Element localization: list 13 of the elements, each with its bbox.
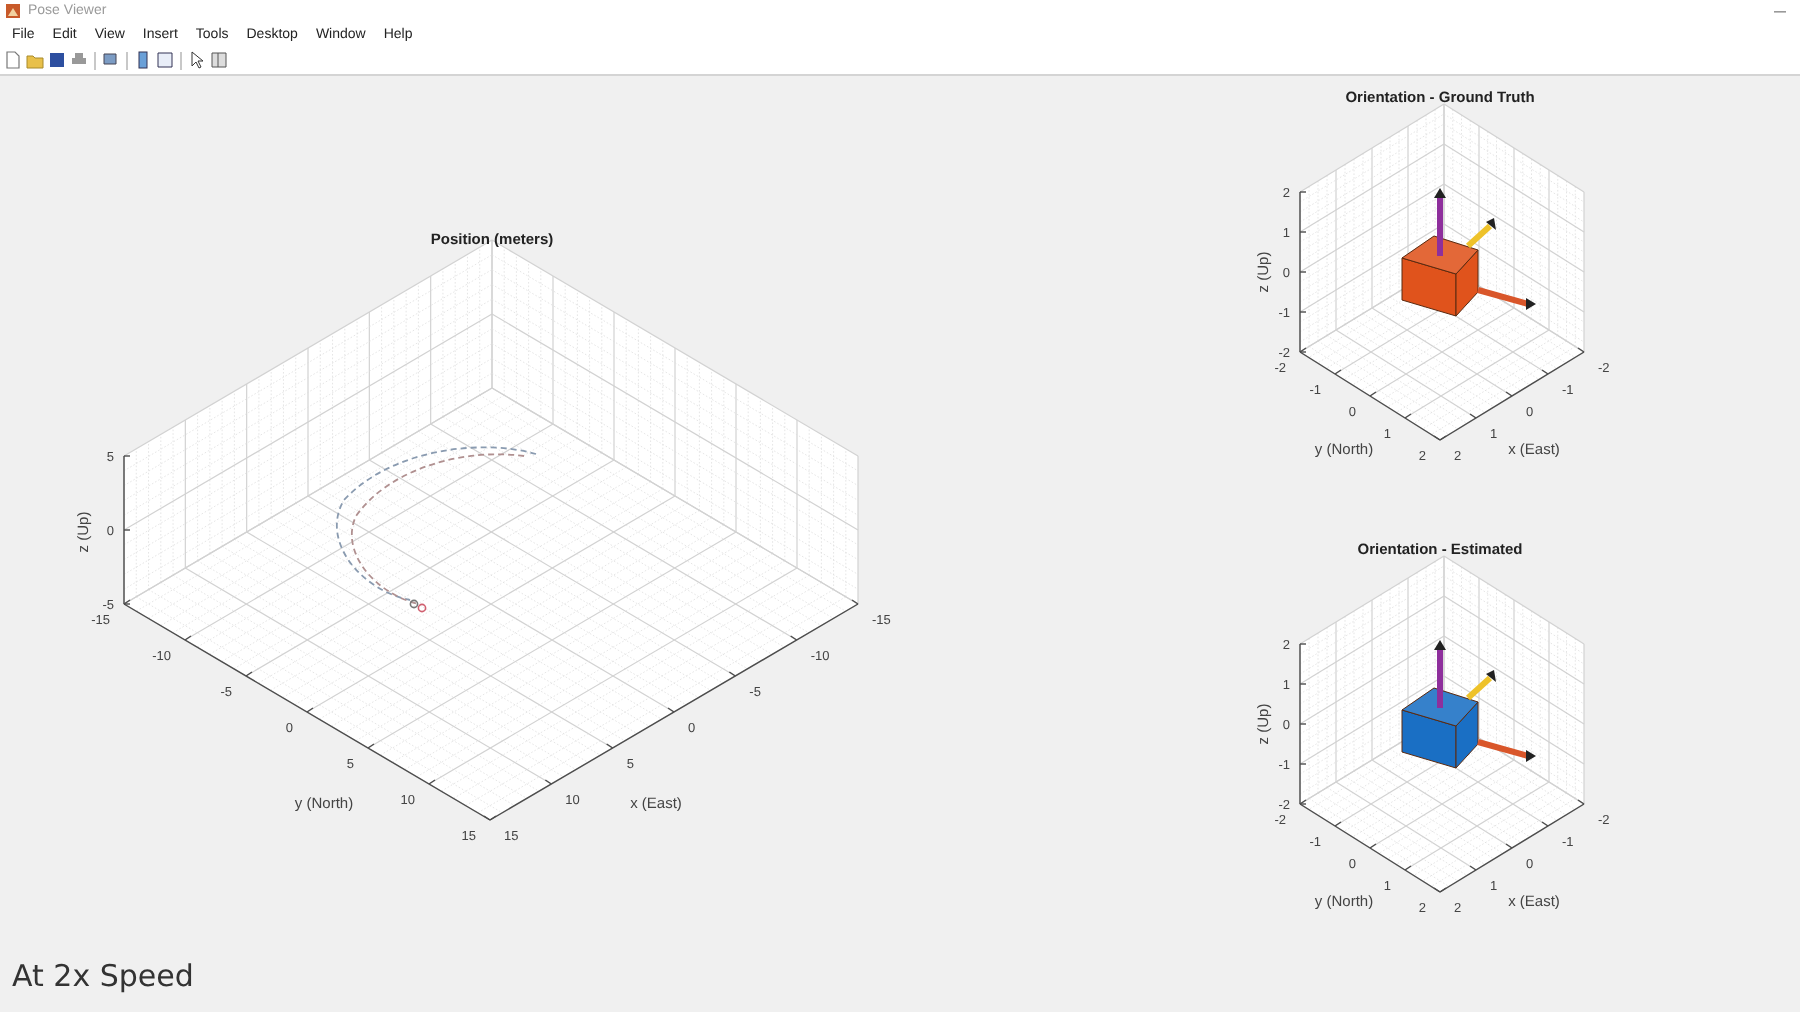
position-marker (409, 599, 427, 613)
axis-arrow (1477, 739, 1536, 762)
new-file-icon[interactable] (4, 50, 22, 70)
caption-text: At 2x Speed (12, 958, 194, 994)
axis-arrow (1434, 188, 1446, 256)
app-icon (6, 4, 20, 18)
save-icon[interactable] (48, 50, 66, 70)
axis-arrow (1466, 670, 1496, 701)
axis-arrow (1466, 218, 1496, 249)
axis-arrow (1477, 287, 1536, 310)
pointer-icon[interactable] (188, 50, 206, 70)
axis-arrow (1434, 640, 1446, 708)
minimize-icon[interactable] (1774, 9, 1786, 13)
